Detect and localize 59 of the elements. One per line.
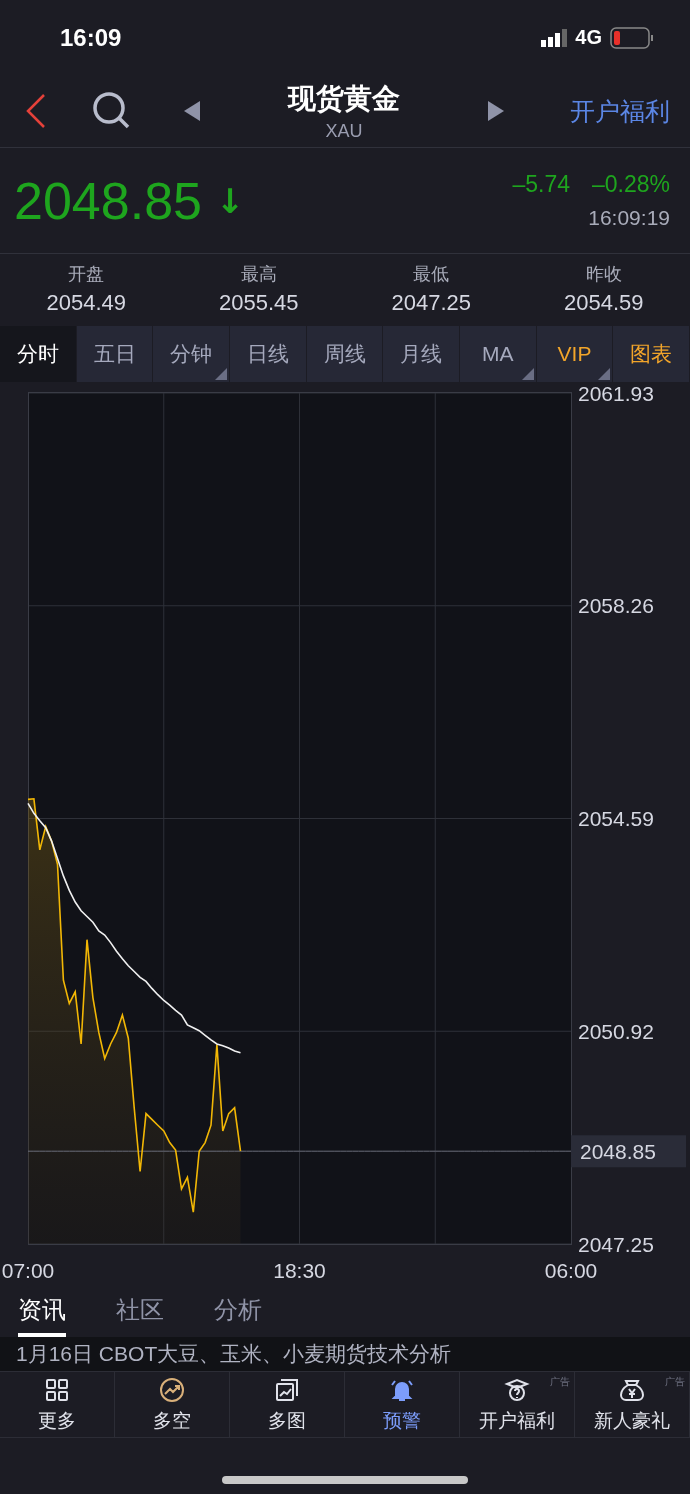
toolbar-label: 多空 bbox=[153, 1408, 191, 1433]
stat-label: 开盘 bbox=[68, 263, 105, 286]
period-tab[interactable]: 月线 bbox=[383, 326, 461, 382]
stat-value: 2055.45 bbox=[219, 290, 299, 316]
content-tab[interactable]: 分析 bbox=[214, 1287, 262, 1337]
x-axis-label: 07:00 bbox=[1, 1258, 55, 1282]
toolbar-button[interactable]: 多空 bbox=[115, 1372, 230, 1437]
period-tab[interactable]: 分时 bbox=[0, 326, 77, 382]
toolbar-button[interactable]: 多图 bbox=[230, 1372, 345, 1437]
stat-value: 2047.25 bbox=[391, 290, 471, 316]
period-tab[interactable]: 图表 bbox=[613, 326, 690, 382]
y-axis-label: 2061.93 bbox=[578, 382, 654, 405]
x-axis-label: 18:30 bbox=[273, 1258, 326, 1282]
y-axis-label: 2058.26 bbox=[578, 594, 654, 618]
content-tab[interactable]: 社区 bbox=[116, 1287, 164, 1337]
instrument-symbol: XAU bbox=[325, 121, 363, 142]
toolbar-button[interactable]: 预警 bbox=[345, 1372, 460, 1437]
toolbar-label: 预警 bbox=[383, 1408, 421, 1433]
toolbar-label: 多图 bbox=[268, 1408, 306, 1433]
toolbar-button[interactable]: 广告 开户福利 bbox=[460, 1372, 575, 1437]
price-change: –5.74 bbox=[512, 171, 570, 198]
toolbar-button[interactable]: 广告 新人豪礼 bbox=[575, 1372, 690, 1437]
trend-circle-icon bbox=[158, 1375, 186, 1404]
instrument-title: 现货黄金 bbox=[288, 82, 400, 116]
stat-label: 昨收 bbox=[585, 263, 622, 286]
ad-tag: 广告 bbox=[665, 1375, 685, 1389]
period-tab[interactable]: MA bbox=[460, 326, 537, 382]
x-axis-label: 06:00 bbox=[544, 1258, 598, 1282]
y-axis-label: 2047.25 bbox=[578, 1232, 654, 1256]
period-tab[interactable]: 周线 bbox=[306, 326, 384, 382]
stat-label: 最低 bbox=[413, 263, 450, 286]
percent-change: –0.28% bbox=[592, 171, 670, 198]
previous-button[interactable] bbox=[184, 101, 200, 121]
quote-time: 16:09:19 bbox=[588, 206, 670, 230]
period-tab[interactable]: 日线 bbox=[230, 326, 307, 382]
network-type: 4G bbox=[575, 26, 602, 49]
promo-link[interactable]: 开户福利 bbox=[570, 94, 670, 128]
status-time: 16:09 bbox=[60, 23, 122, 52]
period-tab[interactable]: VIP bbox=[536, 326, 614, 382]
toolbar-label: 更多 bbox=[38, 1408, 76, 1433]
period-tab[interactable]: 五日 bbox=[76, 326, 154, 382]
stat-value: 2054.49 bbox=[46, 290, 126, 316]
signal-icon bbox=[541, 28, 568, 47]
y-axis-label: 2054.59 bbox=[578, 807, 654, 830]
period-tab[interactable]: 分钟 bbox=[153, 326, 230, 382]
next-button[interactable] bbox=[488, 101, 504, 121]
y-axis-label: 2050.92 bbox=[578, 1019, 654, 1043]
toolbar-label: 新人豪礼 bbox=[594, 1408, 670, 1433]
toolbar-button[interactable]: 更多 bbox=[0, 1372, 115, 1437]
stat-value: 2054.59 bbox=[564, 290, 644, 316]
back-button[interactable] bbox=[24, 93, 48, 129]
toolbar-label: 开户福利 bbox=[479, 1408, 555, 1433]
battery-icon bbox=[610, 26, 654, 49]
price-tag-label: 2048.85 bbox=[580, 1139, 656, 1163]
search-button[interactable] bbox=[92, 91, 132, 131]
trend-arrow: ↓ bbox=[215, 180, 245, 221]
stat-label: 最高 bbox=[240, 263, 277, 286]
current-price: 2048.85 bbox=[14, 170, 202, 231]
ad-tag: 广告 bbox=[550, 1375, 570, 1389]
